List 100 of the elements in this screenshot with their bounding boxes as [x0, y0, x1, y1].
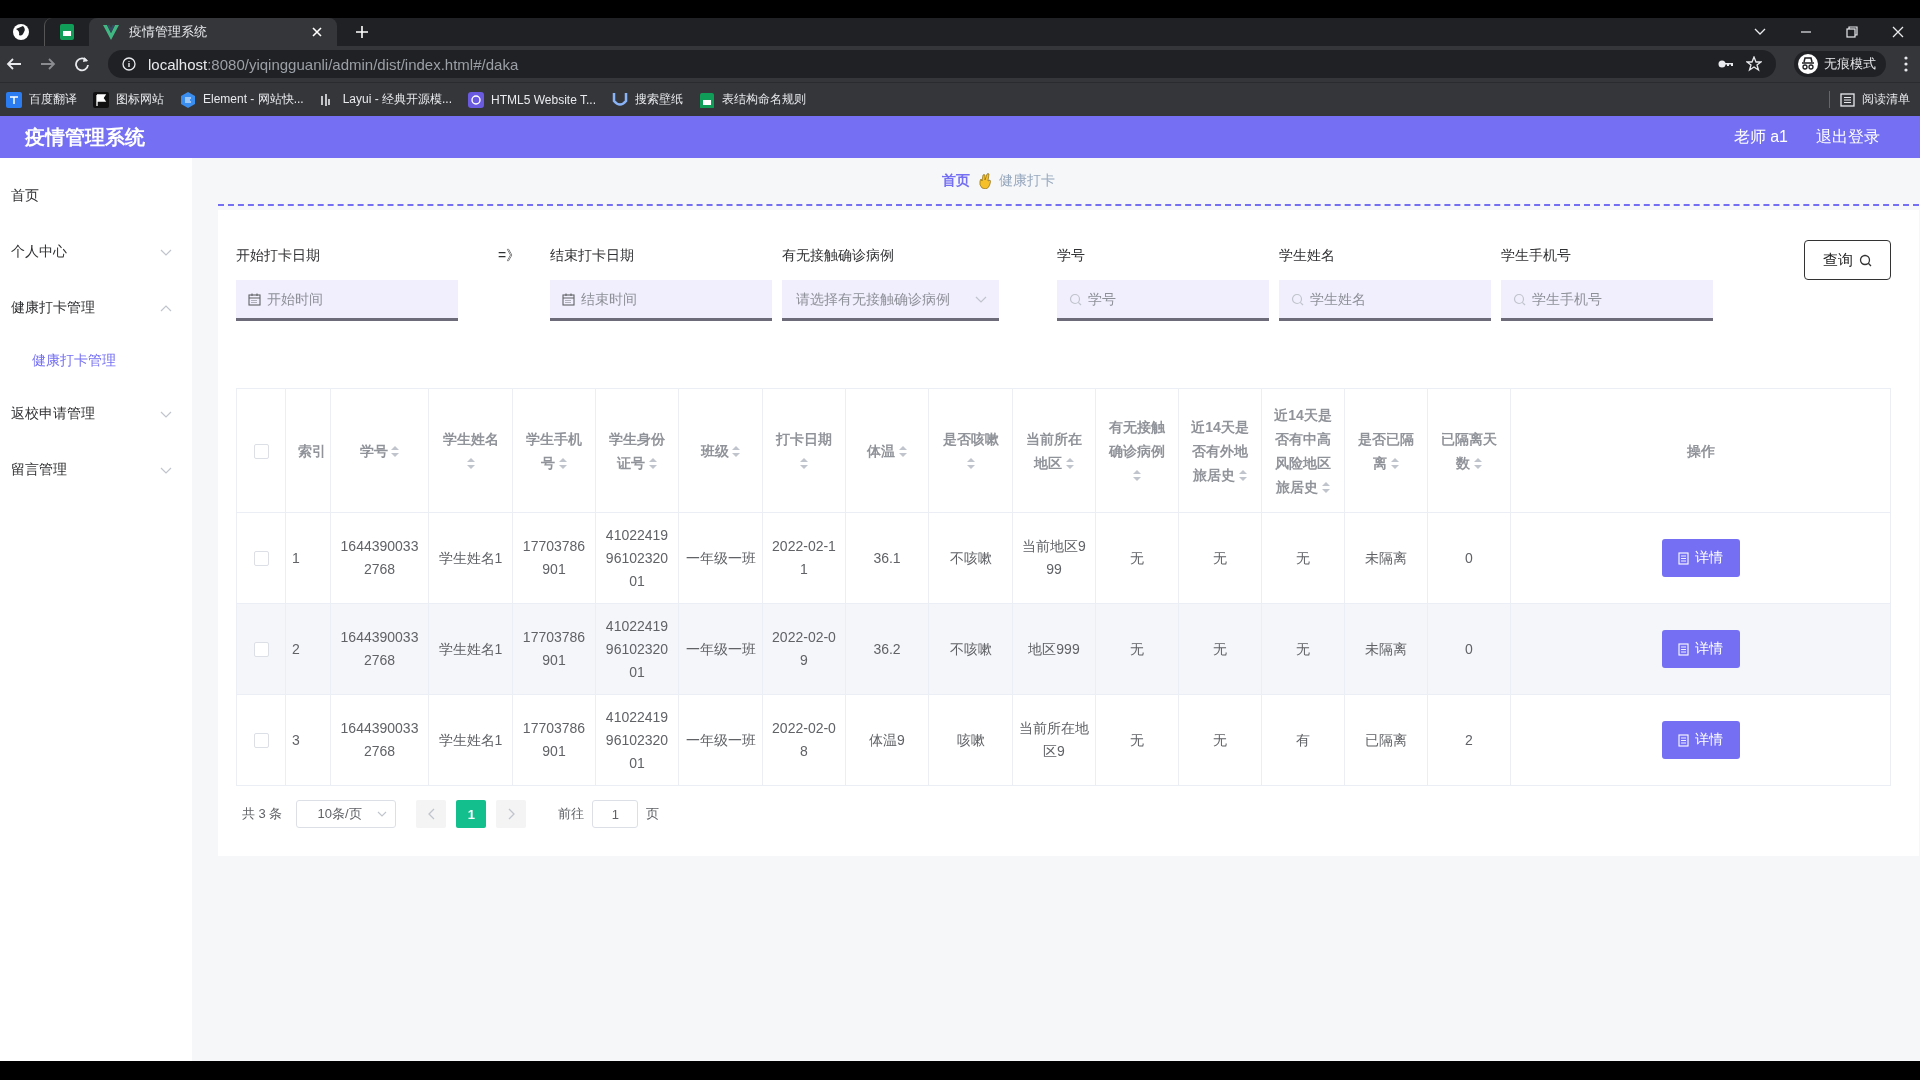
sidebar-item[interactable]: 留言管理: [0, 442, 192, 498]
sidebar-subitem[interactable]: 健康打卡管理: [0, 336, 192, 386]
filter-label: 学生姓名: [1279, 246, 1337, 265]
search-field[interactable]: 学生姓名: [1279, 280, 1492, 321]
table-cell: 410224199610232001: [605, 708, 669, 771]
breadcrumb-link[interactable]: 首页: [942, 172, 970, 190]
sort-icon[interactable]: [732, 446, 741, 458]
table-cell: 无: [1130, 640, 1144, 657]
filter-label: 学号: [1057, 246, 1087, 265]
sort-icon[interactable]: [648, 458, 657, 470]
table-cell: 17703786901: [522, 538, 586, 577]
sort-icon[interactable]: [898, 446, 907, 458]
column-header[interactable]: 学号: [341, 438, 418, 463]
bookmark-icon: [93, 91, 109, 108]
search-field[interactable]: 学号: [1057, 280, 1270, 321]
table-cell: 16443900332768: [340, 538, 419, 577]
bookmark[interactable]: 图标网站: [93, 91, 164, 108]
page-size-select[interactable]: 10条/页: [296, 800, 397, 828]
table-cell: 2022-02-09: [772, 629, 836, 668]
bookmark[interactable]: Element - 网站快...: [180, 91, 304, 108]
filter-label: 开始打卡日期: [236, 246, 321, 265]
table-cell: 无: [1296, 549, 1310, 566]
table-cell: 36.2: [873, 640, 901, 657]
address-bar[interactable]: localhost:8080/yiqingguanli/admin/dist/index.html#/daka: [108, 50, 1776, 78]
search-icon: [1069, 293, 1083, 306]
v-logo-icon: [103, 24, 119, 40]
key-icon[interactable]: [1718, 58, 1734, 70]
spreadsheet-icon: [59, 23, 75, 41]
table-cell: 未隔离: [1365, 549, 1407, 566]
app-title: 疫情管理系统: [25, 124, 145, 150]
table-cell: 体温9: [869, 731, 905, 748]
globe-icon[interactable]: [12, 23, 30, 41]
star-icon[interactable]: [1746, 56, 1762, 72]
hand-icon: [978, 173, 991, 189]
sidebar-item[interactable]: 健康打卡管理: [0, 280, 192, 336]
logout-link[interactable]: 退出登录: [1816, 126, 1880, 148]
column-header[interactable]: 体温: [856, 438, 918, 463]
sort-icon[interactable]: [558, 458, 567, 470]
checkbox[interactable]: [253, 551, 269, 567]
goto-label: 前往: [558, 805, 585, 823]
sort-icon[interactable]: [391, 446, 400, 458]
restore-icon[interactable]: [1846, 26, 1858, 38]
close-icon[interactable]: [1892, 26, 1904, 38]
bookmark[interactable]: 搜索壁纸: [612, 91, 683, 108]
sort-icon[interactable]: [466, 458, 475, 470]
reading-list[interactable]: 阅读清单: [1829, 91, 1910, 108]
bookmark[interactable]: 百度翻译: [6, 91, 77, 108]
previous-page-button[interactable]: [416, 800, 447, 828]
table-cell: 1: [292, 549, 300, 566]
details-button[interactable]: 详情: [1661, 630, 1740, 668]
incognito-badge[interactable]: 无痕模式: [1794, 51, 1886, 77]
range-separator: =》: [498, 246, 521, 265]
bookmark[interactable]: HTML5 Website T...: [468, 91, 596, 108]
sidebar-item[interactable]: 首页: [0, 168, 192, 224]
details-button[interactable]: 详情: [1661, 539, 1740, 577]
select-field[interactable]: 请选择有无接触确诊病例: [782, 280, 1000, 321]
plus-icon[interactable]: [355, 25, 369, 39]
sort-icon[interactable]: [1321, 482, 1330, 494]
sort-icon[interactable]: [800, 458, 808, 470]
sort-icon[interactable]: [1238, 470, 1247, 482]
details-button[interactable]: 详情: [1661, 721, 1740, 759]
sidebar-item[interactable]: 返校申请管理: [0, 386, 192, 442]
next-page-button[interactable]: [496, 800, 527, 828]
bookmark[interactable]: Layui - 经典开源模...: [319, 91, 453, 108]
sort-icon[interactable]: [966, 458, 975, 470]
checkbox[interactable]: [253, 642, 269, 658]
page-number[interactable]: 1: [456, 800, 487, 828]
sort-icon[interactable]: [1065, 458, 1074, 470]
user-name: 老师 a1: [1733, 126, 1788, 147]
table-cell: 学生姓名1: [438, 640, 503, 657]
chevron-right-icon: [507, 808, 515, 820]
forward-icon[interactable]: [40, 56, 56, 72]
table-cell: 17703786901: [522, 720, 586, 759]
chevron-down-icon[interactable]: [1754, 28, 1766, 36]
sort-icon[interactable]: [1473, 458, 1482, 470]
page-input[interactable]: 1: [592, 800, 639, 828]
date-field[interactable]: 结束时间: [550, 280, 773, 321]
total-count: 共 3 条: [242, 805, 283, 823]
chevron-down-icon: [377, 811, 388, 817]
sidebar-item[interactable]: 个人中心: [0, 224, 192, 280]
url-text: localhost:8080/yiqingguanli/admin/dist/index.html#/daka: [148, 55, 519, 73]
table-cell: 地区999: [1028, 640, 1080, 657]
date-field[interactable]: 开始时间: [236, 280, 458, 321]
chevron-down-icon: [975, 296, 988, 303]
checkbox[interactable]: [253, 733, 269, 749]
list-icon: [1840, 92, 1855, 107]
reload-icon[interactable]: [74, 56, 90, 72]
bookmark[interactable]: 表结构命名规则: [699, 91, 806, 108]
back-icon[interactable]: [6, 56, 22, 72]
query-button[interactable]: 查询: [1804, 240, 1891, 280]
menu-icon[interactable]: [1904, 56, 1908, 72]
table-cell: 一年级一班: [685, 640, 756, 657]
column-header[interactable]: 班级: [689, 438, 752, 463]
checkbox[interactable]: [253, 443, 269, 459]
search-icon: [1513, 293, 1527, 306]
sort-icon[interactable]: [1133, 470, 1141, 482]
browser-tab[interactable]: 疫情管理系统: [89, 18, 337, 46]
sort-icon[interactable]: [1390, 458, 1399, 470]
table-cell: 一年级一班: [685, 549, 756, 566]
search-field[interactable]: 学生手机号: [1501, 280, 1714, 321]
